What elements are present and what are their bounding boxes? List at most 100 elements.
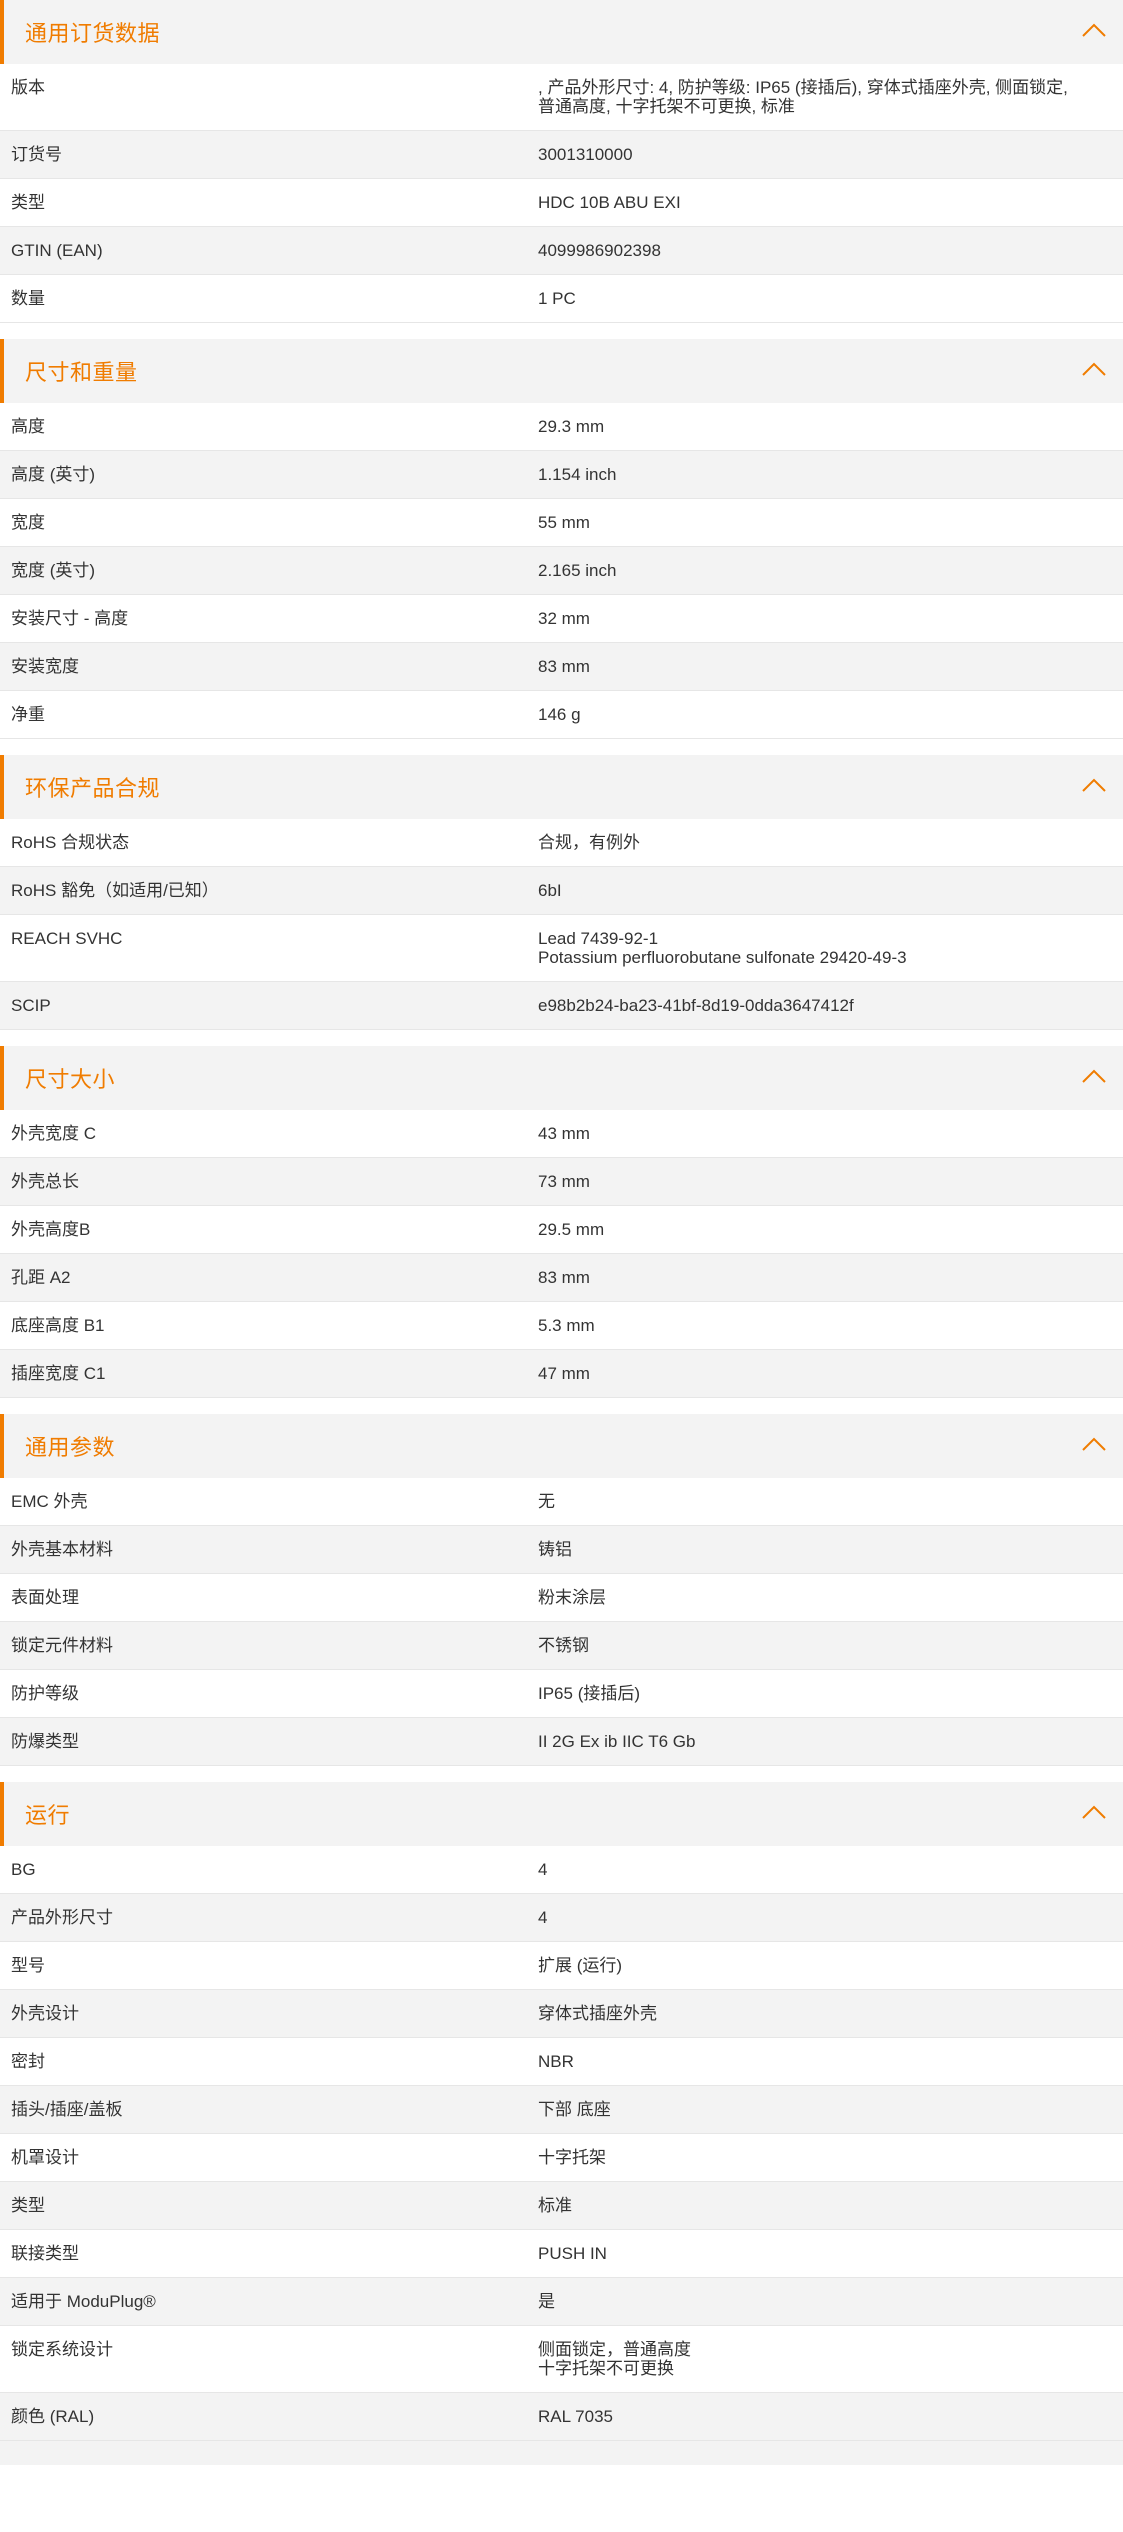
spec-value: 3001310000 — [538, 145, 633, 164]
section-header-toggle[interactable]: 环保产品合规 — [0, 755, 1123, 819]
chevron-up-icon[interactable] — [1081, 20, 1107, 40]
section-title: 尺寸和重量 — [25, 360, 138, 385]
spec-row: 锁定系统设计 侧面锁定，普通高度 十字托架不可更换 — [0, 2326, 1123, 2393]
spec-row: REACH SVHC Lead 7439-92-1 Potassium perfl… — [0, 915, 1123, 982]
spec-label: 锁定系统设计 — [11, 2340, 113, 2359]
spec-row: EMC 外壳 无 — [0, 1478, 1123, 1526]
spec-value: 是 — [538, 2292, 555, 2311]
spec-row: 联接类型 PUSH IN — [0, 2230, 1123, 2278]
spec-row: RoHS 合规状态 合规，有例外 — [0, 819, 1123, 867]
spec-label: 锁定元件材料 — [11, 1636, 113, 1655]
spec-value: 扩展 (运行) — [538, 1956, 623, 1975]
spec-value: 6bI — [538, 881, 562, 900]
section-header-toggle[interactable]: 尺寸和重量 — [0, 339, 1123, 403]
spec-label: 外壳基本材料 — [11, 1540, 113, 1559]
spec-value: 55 mm — [538, 513, 590, 532]
spec-value: 83 mm — [538, 657, 590, 676]
spec-row: 外壳宽度 C 43 mm — [0, 1110, 1123, 1158]
chevron-up-icon[interactable] — [1081, 359, 1107, 379]
spec-label: 安装宽度 — [11, 657, 79, 676]
spec-rows: EMC 外壳 无外壳基本材料 铸铝 表面处理 粉末涂层 锁定元件材料 不锈钢 防护等级 IP65… — [0, 1478, 1123, 1766]
spec-rows: RoHS 合规状态 合规，有例外 RoHS 豁免（如适用/已知） 6bI REACH S… — [0, 819, 1123, 1030]
spec-value: 标准 — [538, 2196, 572, 2215]
chevron-up-icon[interactable] — [1081, 1066, 1107, 1086]
spec-value: 无 — [538, 1492, 555, 1511]
spec-label: 净重 — [11, 705, 45, 724]
spec-label: 插头/插座/盖板 — [11, 2100, 123, 2119]
spec-value: , 产品外形尺寸: 4, 防护等级: IP65 (接插后), 穿体式插座外壳, … — [538, 78, 1068, 116]
spec-value: 侧面锁定，普通高度 十字托架不可更换 — [538, 2340, 691, 2378]
spec-label: 防爆类型 — [11, 1732, 79, 1751]
section-spacer — [0, 1766, 1123, 1782]
section-title: 环保产品合规 — [25, 776, 161, 801]
spec-value: 47 mm — [538, 1364, 590, 1383]
product-spec-page: 通用订货数据版本 , 产品外形尺寸: 4, 防护等级: IP65 (接插后), 穿… — [0, 0, 1123, 2465]
spec-value: II 2G Ex ib IIC T6 Gb — [538, 1732, 696, 1751]
spec-row: 宽度 55 mm — [0, 499, 1123, 547]
spec-section: 环保产品合规 RoHS 合规状态 合规，有例外 RoHS 豁免（如适用/已知） 6bI R… — [0, 755, 1123, 1030]
chevron-up-icon[interactable] — [1081, 1434, 1107, 1454]
spec-row: 机罩设计 十字托架 — [0, 2134, 1123, 2182]
spec-row: 外壳总长 73 mm — [0, 1158, 1123, 1206]
section-title: 通用参数 — [25, 1435, 116, 1460]
spec-section: 尺寸大小 外壳宽度 C 43 mm 外壳总长 73 mm 外壳高度B 29.5 mm 孔距 A… — [0, 1046, 1123, 1398]
spec-row: 类型 标准 — [0, 2182, 1123, 2230]
spec-value: 不锈钢 — [538, 1636, 589, 1655]
section-title: 通用订货数据 — [25, 21, 161, 46]
spec-row: 锁定元件材料 不锈钢 — [0, 1622, 1123, 1670]
spec-label: 订货号 — [11, 145, 62, 164]
spec-value: NBR — [538, 2052, 574, 2071]
spec-value: Lead 7439-92-1 Potassium perfluorobutane… — [538, 929, 907, 967]
spec-label: BG — [11, 1860, 36, 1879]
section-header-toggle[interactable]: 运行 — [0, 1782, 1123, 1846]
spec-value: 下部 底座 — [538, 2100, 611, 2119]
spec-value: PUSH IN — [538, 2244, 607, 2263]
chevron-up-icon[interactable] — [1081, 1802, 1107, 1822]
spec-row: 外壳高度B 29.5 mm — [0, 1206, 1123, 1254]
spec-row: 类型 HDC 10B ABU EXI — [0, 179, 1123, 227]
spec-label: 类型 — [11, 2196, 45, 2215]
spec-label: 孔距 A2 — [11, 1268, 71, 1287]
spec-label: 联接类型 — [11, 2244, 79, 2263]
spec-section: 通用参数 EMC 外壳 无外壳基本材料 铸铝 表面处理 粉末涂层 锁定元件材料 不锈钢 防护等级… — [0, 1414, 1123, 1766]
spec-row: 数量 1 PC — [0, 275, 1123, 323]
section-spacer — [0, 1030, 1123, 1046]
spec-row: SCIP e98b2b24-ba23-41bf-8d19-0dda3647412f — [0, 982, 1123, 1030]
spec-value: 4 — [538, 1908, 548, 1927]
spec-rows: 外壳宽度 C 43 mm 外壳总长 73 mm 外壳高度B 29.5 mm 孔距 A2 83 … — [0, 1110, 1123, 1398]
spec-row: 安装宽度 83 mm — [0, 643, 1123, 691]
spec-row: 宽度 (英寸) 2.165 inch — [0, 547, 1123, 595]
chevron-up-icon[interactable] — [1081, 775, 1107, 795]
spec-label: 类型 — [11, 193, 45, 212]
spec-value: RAL 7035 — [538, 2407, 613, 2426]
spec-value: 73 mm — [538, 1172, 590, 1191]
spec-rows: 版本 , 产品外形尺寸: 4, 防护等级: IP65 (接插后), 穿体式插座外壳… — [0, 64, 1123, 323]
section-header-toggle[interactable]: 通用订货数据 — [0, 0, 1123, 64]
spec-value: 穿体式插座外壳 — [538, 2004, 657, 2023]
spec-row: 净重 146 g — [0, 691, 1123, 739]
spec-value: e98b2b24-ba23-41bf-8d19-0dda3647412f — [538, 996, 854, 1015]
spec-row: 高度 (英寸) 1.154 inch — [0, 451, 1123, 499]
spec-value: 粉末涂层 — [538, 1588, 606, 1607]
spec-value: 146 g — [538, 705, 581, 724]
spec-row: 型号 扩展 (运行) — [0, 1942, 1123, 1990]
spec-row: 外壳基本材料 铸铝 — [0, 1526, 1123, 1574]
spec-value: 29.5 mm — [538, 1220, 605, 1239]
spec-label: 适用于 ModuPlug® — [11, 2292, 156, 2311]
section-title: 尺寸大小 — [25, 1067, 116, 1092]
spec-label: 表面处理 — [11, 1588, 79, 1607]
section-header-toggle[interactable]: 尺寸大小 — [0, 1046, 1123, 1110]
section-header-toggle[interactable]: 通用参数 — [0, 1414, 1123, 1478]
spec-value: 83 mm — [538, 1268, 590, 1287]
spec-label: 机罩设计 — [11, 2148, 79, 2167]
spec-label: 数量 — [11, 289, 45, 308]
section-title: 运行 — [25, 1803, 71, 1828]
section-spacer — [0, 2441, 1123, 2465]
spec-label: 外壳宽度 C — [11, 1124, 96, 1143]
spec-row: 孔距 A2 83 mm — [0, 1254, 1123, 1302]
spec-label: GTIN (EAN) — [11, 241, 103, 260]
spec-row: 颜色 (RAL) RAL 7035 — [0, 2393, 1123, 2441]
spec-row: 外壳设计 穿体式插座外壳 — [0, 1990, 1123, 2038]
spec-label: 版本 — [11, 78, 45, 97]
spec-label: 型号 — [11, 1956, 45, 1975]
